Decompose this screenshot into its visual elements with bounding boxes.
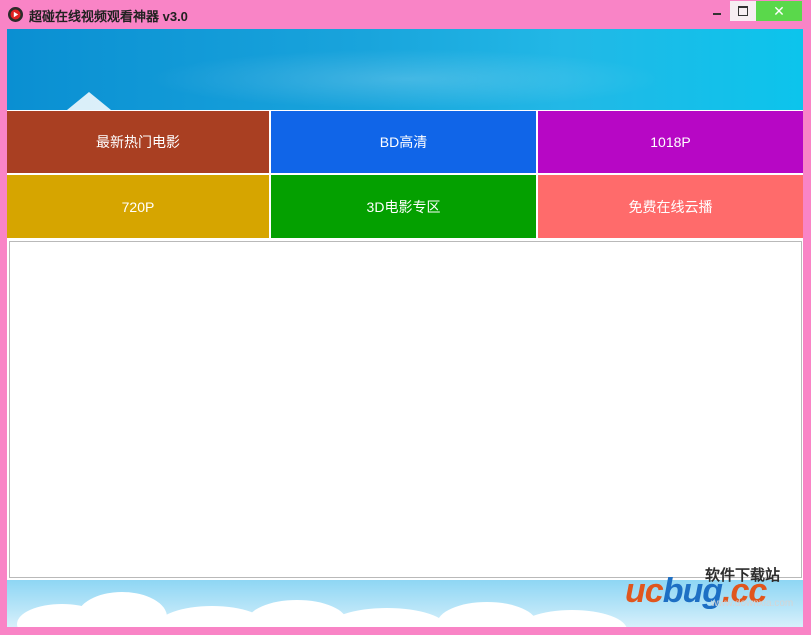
close-button[interactable]: ✕	[756, 1, 802, 21]
tile-label: 720P	[121, 198, 155, 215]
window-title: 超碰在线视频观看神器 v3.0	[29, 9, 188, 24]
tile-label: 3D电影专区	[366, 198, 441, 215]
tile-label: 1018P	[650, 134, 691, 150]
tile-label: BD高清	[379, 134, 428, 150]
cloud-decoration	[517, 610, 627, 627]
banner-glow	[147, 49, 667, 109]
tile-label: 最新热门电影	[96, 134, 180, 150]
minimize-icon	[713, 13, 721, 15]
close-icon: ✕	[773, 3, 785, 19]
app-play-icon	[8, 7, 23, 22]
maximize-button[interactable]	[730, 1, 756, 21]
watermark-site-name: 软件下载站	[705, 567, 781, 584]
client-area: 最新热门电影 BD高清 1018P 720P 3D电影专区 免费在线云播	[7, 29, 803, 627]
minimize-button[interactable]	[704, 1, 730, 21]
title-bar: 超碰在线视频观看神器 v3.0 ✕	[0, 0, 811, 28]
watermark-url: www.downxia.com	[711, 598, 794, 609]
tile-label: 免费在线云播	[628, 198, 713, 215]
site-watermark: ucbug.cc 软件下载站 www.downxia.com	[625, 562, 805, 622]
tile-free-cloud-play[interactable]: 免费在线云播	[538, 175, 803, 238]
cloud-decoration	[327, 608, 447, 627]
cloud-decoration	[77, 592, 167, 627]
tile-1018p[interactable]: 1018P	[538, 111, 803, 173]
header-banner	[7, 29, 803, 110]
tile-latest-movies[interactable]: 最新热门电影	[7, 111, 269, 173]
tile-bd-hd[interactable]: BD高清	[271, 111, 536, 173]
maximize-icon	[738, 6, 748, 16]
tile-720p[interactable]: 720P	[7, 175, 269, 238]
content-panel[interactable]	[9, 241, 802, 578]
banner-mountain-peak	[67, 92, 111, 110]
tile-3d-movies[interactable]: 3D电影专区	[271, 175, 536, 238]
